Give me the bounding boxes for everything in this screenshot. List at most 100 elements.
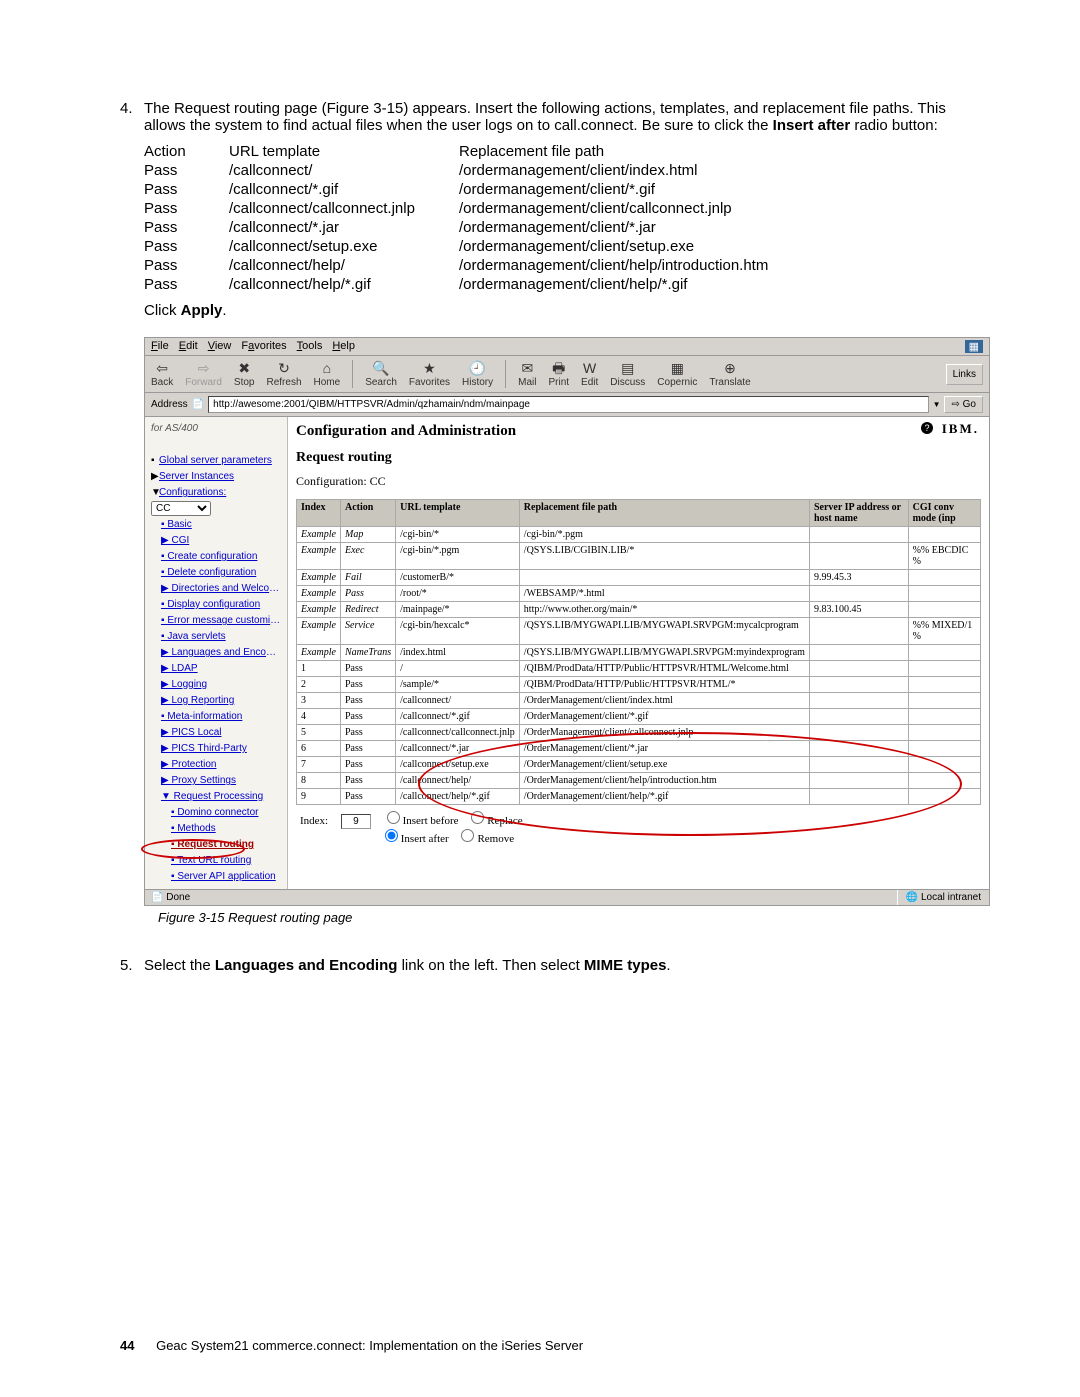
nav-request-processing[interactable]: ▼ Request Processing bbox=[161, 789, 281, 805]
routing-table: IndexActionURL templateReplacement file … bbox=[296, 499, 981, 805]
nav-java-servlets[interactable]: ▪ Java servlets bbox=[161, 629, 281, 645]
nav-proxy-settings[interactable]: ▶ Proxy Settings bbox=[161, 773, 281, 789]
ibm-logo: IBM. bbox=[942, 421, 979, 437]
search-button[interactable]: 🔍Search bbox=[365, 361, 397, 388]
figure-screenshot: File Edit View Favorites Tools Help ▦ ⇦B… bbox=[144, 337, 990, 906]
discuss-button[interactable]: ▤Discuss bbox=[610, 361, 645, 388]
intranet-icon: 🌐 bbox=[906, 892, 918, 903]
nav-configurations[interactable]: ▼Configurations: bbox=[151, 485, 281, 501]
discuss-icon: ▤ bbox=[621, 361, 634, 375]
nav-log-reporting[interactable]: ▶ Log Reporting bbox=[161, 693, 281, 709]
nav-delete-configuration[interactable]: ▪ Delete configuration bbox=[161, 565, 281, 581]
step4-num: 4. bbox=[120, 100, 144, 945]
mail-icon: ✉ bbox=[521, 361, 533, 375]
translate-icon: ⊕ bbox=[724, 361, 736, 375]
table-row[interactable]: 7Pass/callconnect/setup.exe/OrderManagem… bbox=[297, 757, 981, 773]
page-number: 44 bbox=[120, 1338, 134, 1353]
nav-create-configuration[interactable]: ▪ Create configuration bbox=[161, 549, 281, 565]
favorites-button[interactable]: ★Favorites bbox=[409, 361, 450, 388]
table-row[interactable]: 8Pass/callconnect/help//OrderManagement/… bbox=[297, 773, 981, 789]
nav-meta-information[interactable]: ▪ Meta-information bbox=[161, 709, 281, 725]
table-row[interactable]: 3Pass/callconnect//OrderManagement/clien… bbox=[297, 693, 981, 709]
nav-cgi[interactable]: ▶ CGI bbox=[161, 533, 281, 549]
history-button[interactable]: 🕘History bbox=[462, 361, 493, 388]
nav-ldap[interactable]: ▶ LDAP bbox=[161, 661, 281, 677]
menu-help[interactable]: Help bbox=[332, 340, 355, 353]
nav-basic[interactable]: ▪ Basic bbox=[161, 517, 281, 533]
menu-favorites[interactable]: Favorites bbox=[241, 340, 286, 353]
search-icon: 🔍 bbox=[372, 361, 389, 375]
stop-button[interactable]: ✖Stop bbox=[234, 361, 255, 388]
home-button[interactable]: ⌂Home bbox=[314, 361, 341, 388]
table-row[interactable]: 4Pass/callconnect/*.gif/OrderManagement/… bbox=[297, 709, 981, 725]
back-icon: ⇦ bbox=[156, 361, 168, 375]
back-button[interactable]: ⇦Back bbox=[151, 361, 173, 388]
nav-text-url-routing[interactable]: ▪ Text URL routing bbox=[171, 853, 281, 869]
nav-logging[interactable]: ▶ Logging bbox=[161, 677, 281, 693]
menu-edit[interactable]: Edit bbox=[179, 340, 198, 353]
edit-button[interactable]: WEdit bbox=[581, 361, 598, 388]
table-row[interactable]: 5Pass/callconnect/callconnect.jnlp/Order… bbox=[297, 725, 981, 741]
table-row[interactable]: 6Pass/callconnect/*.jar/OrderManagement/… bbox=[297, 741, 981, 757]
address-field[interactable]: http://awesome:2001/QIBM/HTTPSVR/Admin/q… bbox=[208, 396, 928, 413]
radio-replace[interactable] bbox=[471, 811, 484, 824]
footer-text: Geac System21 commerce.connect: Implemen… bbox=[156, 1338, 583, 1353]
table-row[interactable]: 1Pass//QIBM/ProdData/HTTP/Public/HTTPSVR… bbox=[297, 661, 981, 677]
translate-button[interactable]: ⊕Translate bbox=[709, 361, 750, 388]
menu-view[interactable]: View bbox=[208, 340, 232, 353]
help-icon[interactable]: ? bbox=[921, 422, 933, 434]
radio-row: Index: Insert before Replace Insert afte… bbox=[296, 805, 981, 845]
table-row[interactable]: 2Pass/sample/*/QIBM/ProdData/HTTP/Public… bbox=[297, 677, 981, 693]
print-button[interactable]: 🖶Print bbox=[548, 361, 569, 388]
page-footer: 44 Geac System21 commerce.connect: Imple… bbox=[120, 1338, 583, 1353]
step5-num: 5. bbox=[120, 957, 144, 974]
menu-file[interactable]: File bbox=[151, 340, 169, 353]
table-row[interactable]: ExampleExec/cgi-bin/*.pgm/QSYS.LIB/CGIBI… bbox=[297, 543, 981, 570]
config-label: Configuration: CC bbox=[296, 474, 981, 489]
index-input[interactable] bbox=[341, 814, 371, 829]
step5-link1: Languages and Encoding bbox=[215, 957, 398, 974]
nav-request-routing[interactable]: ▪ Request routing bbox=[171, 837, 281, 853]
history-icon: 🕘 bbox=[469, 361, 486, 375]
radio-insert-after[interactable] bbox=[385, 829, 398, 842]
copernic-button[interactable]: ▦Copernic bbox=[657, 361, 697, 388]
left-nav: for AS/400 ▪Global server parameters ▶Se… bbox=[145, 417, 288, 889]
addr-dropdown-icon[interactable]: ▼ bbox=[933, 400, 941, 409]
nav-methods[interactable]: ▪ Methods bbox=[171, 821, 281, 837]
refresh-icon: ↻ bbox=[278, 361, 290, 375]
nav-pics-third-party[interactable]: ▶ PICS Third-Party bbox=[161, 741, 281, 757]
nav-languages-and-encoding[interactable]: ▶ Languages and Encoding bbox=[161, 645, 281, 661]
radio-remove[interactable] bbox=[461, 829, 474, 842]
nav-error-message-customization[interactable]: ▪ Error message customization bbox=[161, 613, 281, 629]
refresh-button[interactable]: ↻Refresh bbox=[267, 361, 302, 388]
table-row[interactable]: ExampleFail/customerB/*9.99.45.3 bbox=[297, 570, 981, 586]
table-row[interactable]: ExampleService/cgi-bin/hexcalc*/QSYS.LIB… bbox=[297, 618, 981, 645]
nav-server-api-application[interactable]: ▪ Server API application bbox=[171, 869, 281, 885]
nav-protection[interactable]: ▶ Protection bbox=[161, 757, 281, 773]
config-select[interactable]: CC bbox=[151, 501, 211, 516]
table-row[interactable]: ExamplePass/root/*/WEBSAMP/*.html bbox=[297, 586, 981, 602]
stop-icon: ✖ bbox=[238, 361, 250, 375]
favorites-icon: ★ bbox=[423, 361, 436, 375]
table-row[interactable]: 9Pass/callconnect/help/*.gif/OrderManage… bbox=[297, 789, 981, 805]
step5-link2: MIME types bbox=[584, 957, 667, 974]
forward-button: ⇨Forward bbox=[185, 361, 222, 388]
figure-caption: Figure 3-15 Request routing page bbox=[158, 910, 990, 925]
nav-pics-local[interactable]: ▶ PICS Local bbox=[161, 725, 281, 741]
table-row[interactable]: ExampleRedirect/mainpage/*http://www.oth… bbox=[297, 602, 981, 618]
links-button[interactable]: Links bbox=[946, 364, 983, 385]
nav-display-configuration[interactable]: ▪ Display configuration bbox=[161, 597, 281, 613]
mail-button[interactable]: ✉Mail bbox=[518, 361, 536, 388]
go-button[interactable]: ⇨ Go bbox=[944, 396, 983, 413]
click-a: Click bbox=[144, 302, 181, 319]
menu-tools[interactable]: Tools bbox=[297, 340, 323, 353]
nav-server-instances[interactable]: ▶Server Instances bbox=[151, 469, 281, 485]
nav-directories-and-welcome-page[interactable]: ▶ Directories and Welcome Page bbox=[161, 581, 281, 597]
radio-insert-before[interactable] bbox=[387, 811, 400, 824]
table-row[interactable]: ExampleNameTrans/index.html/QSYS.LIB/MYG… bbox=[297, 645, 981, 661]
main-subtitle: Request routing bbox=[296, 450, 981, 466]
nav-domino-connector[interactable]: ▪ Domino connector bbox=[171, 805, 281, 821]
table-row[interactable]: ExampleMap/cgi-bin/*/cgi-bin/*.pgm bbox=[297, 527, 981, 543]
nav-global[interactable]: ▪Global server parameters bbox=[151, 453, 281, 469]
page-icon: 📄 bbox=[192, 399, 204, 410]
